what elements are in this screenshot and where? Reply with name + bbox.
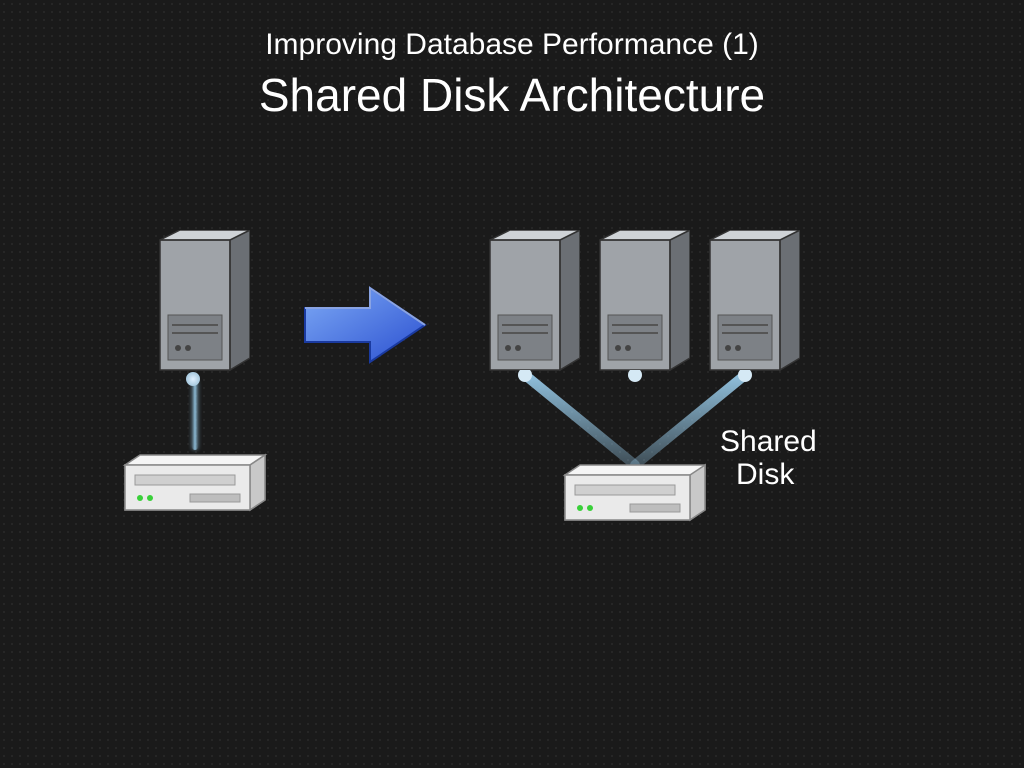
server-icon <box>690 230 800 380</box>
slide-subtitle: Improving Database Performance (1) <box>0 28 1024 62</box>
arrow-right-icon <box>300 280 430 370</box>
shared-disk-label: Shared Disk <box>720 425 817 491</box>
server-icon <box>140 230 250 380</box>
shared-disk-label-line1: Shared <box>720 425 817 458</box>
server-icon <box>580 230 690 380</box>
diagram: Shared Disk <box>0 200 1024 620</box>
server-icon <box>470 230 580 380</box>
disk-icon <box>120 450 270 510</box>
connector-line <box>192 380 198 450</box>
disk-icon <box>560 460 710 520</box>
slide-title: Shared Disk Architecture <box>0 68 1024 122</box>
shared-disk-label-line2: Disk <box>720 458 817 491</box>
connector-node-icon <box>186 372 200 386</box>
